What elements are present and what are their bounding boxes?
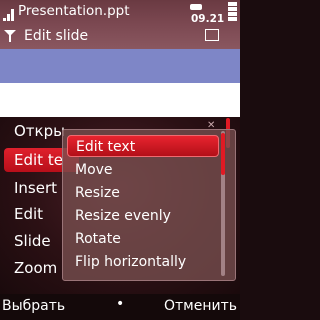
edit-text-submenu: Edit text Move Resize Resize evenly Rota… bbox=[62, 129, 236, 281]
signal-strength-icon bbox=[3, 9, 14, 21]
phone-icon bbox=[190, 4, 202, 10]
antenna-icon bbox=[4, 30, 16, 42]
submenu-item-resize[interactable]: Resize bbox=[67, 182, 219, 204]
file-title: Presentation.ppt bbox=[18, 3, 130, 19]
battery-icon bbox=[228, 2, 237, 21]
submenu-item-move[interactable]: Move bbox=[67, 159, 219, 181]
memory-card-icon bbox=[205, 29, 219, 41]
slide-preview-band bbox=[0, 49, 240, 83]
page-subtitle: Edit slide bbox=[24, 28, 89, 44]
submenu-item-flip-horizontally[interactable]: Flip horizontally bbox=[67, 251, 219, 273]
middle-softkey[interactable]: • bbox=[116, 296, 124, 312]
softkey-bar: Выбрать • Отменить bbox=[0, 294, 240, 320]
submenu-scroll-thumb[interactable] bbox=[221, 133, 225, 175]
select-softkey[interactable]: Выбрать bbox=[2, 298, 65, 314]
submenu-item-rotate[interactable]: Rotate bbox=[67, 228, 219, 250]
submenu-item-resize-evenly[interactable]: Resize evenly bbox=[67, 205, 219, 227]
cancel-softkey[interactable]: Отменить bbox=[164, 298, 237, 314]
title-bar: Presentation.ppt 09.21 Edit slide bbox=[0, 0, 240, 49]
submenu-item-edit-text[interactable]: Edit text bbox=[67, 135, 219, 157]
clock: 09.21 bbox=[191, 13, 225, 25]
slide-preview-canvas bbox=[0, 83, 240, 117]
